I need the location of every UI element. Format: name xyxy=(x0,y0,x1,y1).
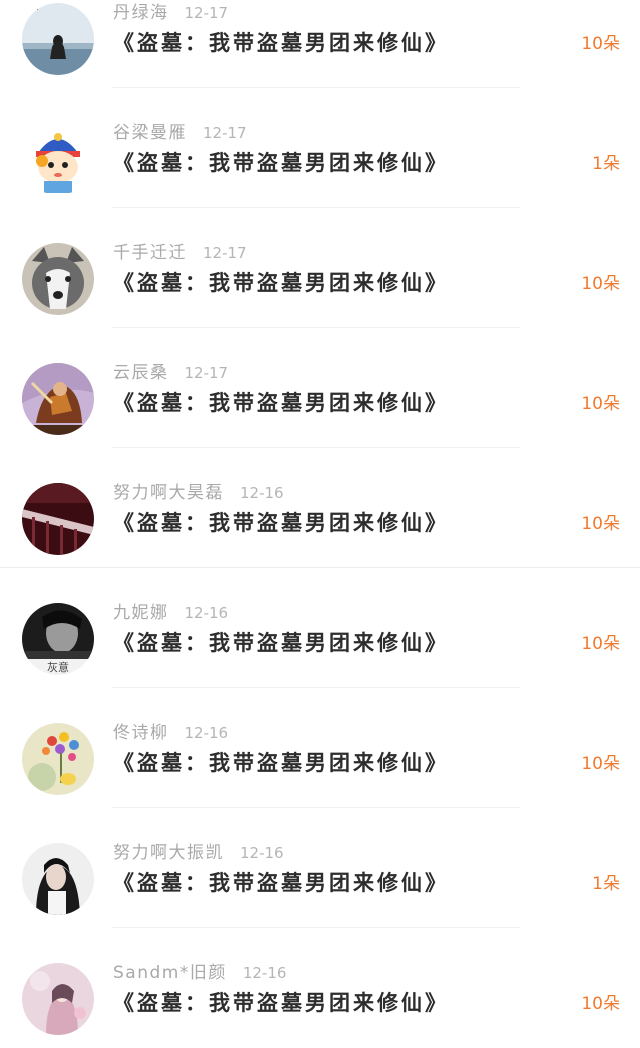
flower-bokeh-avatar[interactable] xyxy=(22,723,94,795)
gift-record-list: 丹绿海 12-17 《盗墓：我带盗墓男团来修仙》 10朵 谷梁曼雁 12-17 xyxy=(0,0,640,1048)
avatar-image xyxy=(22,723,94,795)
gift-date: 12-16 xyxy=(184,604,229,622)
gift-date: 12-17 xyxy=(203,124,247,142)
avatar-image xyxy=(22,363,94,435)
book-title[interactable]: 《盗墓：我带盗墓男团来修仙》 xyxy=(113,508,449,538)
user-name[interactable]: 佟诗柳 xyxy=(113,723,169,743)
husky-dog-avatar[interactable] xyxy=(22,243,94,315)
user-name[interactable]: 谷梁曼雁 xyxy=(113,123,187,143)
avatar-image xyxy=(22,123,94,195)
book-title[interactable]: 《盗墓：我带盗墓男团来修仙》 xyxy=(113,28,449,58)
user-name[interactable]: Sandm*旧颜 xyxy=(113,963,227,983)
list-item[interactable]: 努力啊大昊磊 12-16 《盗墓：我带盗墓男团来修仙》 10朵 xyxy=(0,448,640,568)
list-item[interactable]: Sandm*旧颜 12-16 《盗墓：我带盗墓男团来修仙》 10朵 xyxy=(0,928,640,1048)
gift-date: 12-17 xyxy=(184,364,229,382)
gift-date: 12-16 xyxy=(240,844,284,862)
user-name[interactable]: 努力啊大振凯 xyxy=(113,843,224,863)
book-title[interactable]: 《盗墓：我带盗墓男团来修仙》 xyxy=(113,988,449,1018)
bw-portrait-avatar[interactable]: 灰意 xyxy=(22,603,94,675)
flower-amount: 10朵 xyxy=(581,634,620,654)
user-name[interactable]: 九妮娜 xyxy=(113,603,169,623)
girl-portrait-avatar[interactable] xyxy=(22,843,94,915)
flower-amount: 10朵 xyxy=(581,394,620,414)
flower-amount: 1朵 xyxy=(592,154,620,174)
dark-red-railing-avatar[interactable] xyxy=(22,483,94,555)
avatar-image xyxy=(22,483,94,555)
gift-date: 12-17 xyxy=(184,4,229,22)
list-item[interactable]: 谷梁曼雁 12-17 《盗墓：我带盗墓男团来修仙》 1朵 xyxy=(0,88,640,208)
flower-amount: 10朵 xyxy=(581,754,620,774)
avatar-image xyxy=(22,843,94,915)
book-title[interactable]: 《盗墓：我带盗墓男团来修仙》 xyxy=(113,868,449,898)
gift-date: 12-16 xyxy=(184,724,229,742)
gift-date: 12-17 xyxy=(203,244,247,262)
lake-silhouette-avatar[interactable] xyxy=(22,3,94,75)
pink-illustration-avatar[interactable] xyxy=(22,963,94,1035)
book-title[interactable]: 《盗墓：我带盗墓男团来修仙》 xyxy=(113,388,449,418)
gift-date: 12-16 xyxy=(240,484,284,502)
cartoon-official-avatar[interactable] xyxy=(22,123,94,195)
flower-amount: 10朵 xyxy=(581,994,620,1014)
list-item[interactable]: 努力啊大振凯 12-16 《盗墓：我带盗墓男团来修仙》 1朵 xyxy=(0,808,640,928)
avatar-image xyxy=(22,243,94,315)
flower-amount: 1朵 xyxy=(592,874,620,894)
book-title[interactable]: 《盗墓：我带盗墓男团来修仙》 xyxy=(113,268,449,298)
user-name[interactable]: 云辰桑 xyxy=(113,363,169,383)
list-item[interactable]: 佟诗柳 12-16 《盗墓：我带盗墓男团来修仙》 10朵 xyxy=(0,688,640,808)
avatar-image: 灰意 xyxy=(22,603,94,675)
list-item[interactable]: 云辰桑 12-17 《盗墓：我带盗墓男团来修仙》 10朵 xyxy=(0,328,640,448)
book-title[interactable]: 《盗墓：我带盗墓男团来修仙》 xyxy=(113,628,449,658)
flower-amount: 10朵 xyxy=(581,34,620,54)
user-name[interactable]: 丹绿海 xyxy=(113,3,169,23)
gift-date: 12-16 xyxy=(242,964,287,982)
list-item[interactable]: 千手迁迁 12-17 《盗墓：我带盗墓男团来修仙》 10朵 xyxy=(0,208,640,328)
warrior-art-avatar[interactable] xyxy=(22,363,94,435)
user-name[interactable]: 努力啊大昊磊 xyxy=(113,483,224,503)
list-item[interactable]: 灰意 九妮娜 12-16 《盗墓：我带盗墓男团来修仙》 10朵 xyxy=(0,568,640,688)
book-title[interactable]: 《盗墓：我带盗墓男团来修仙》 xyxy=(113,148,449,178)
user-name[interactable]: 千手迁迁 xyxy=(113,243,187,263)
flower-amount: 10朵 xyxy=(581,514,620,534)
avatar-image xyxy=(22,963,94,1035)
avatar-image xyxy=(22,3,94,75)
flower-amount: 10朵 xyxy=(581,274,620,294)
avatar-caption: 灰意 xyxy=(47,660,69,674)
book-title[interactable]: 《盗墓：我带盗墓男团来修仙》 xyxy=(113,748,449,778)
list-item[interactable]: 丹绿海 12-17 《盗墓：我带盗墓男团来修仙》 10朵 xyxy=(0,0,640,88)
